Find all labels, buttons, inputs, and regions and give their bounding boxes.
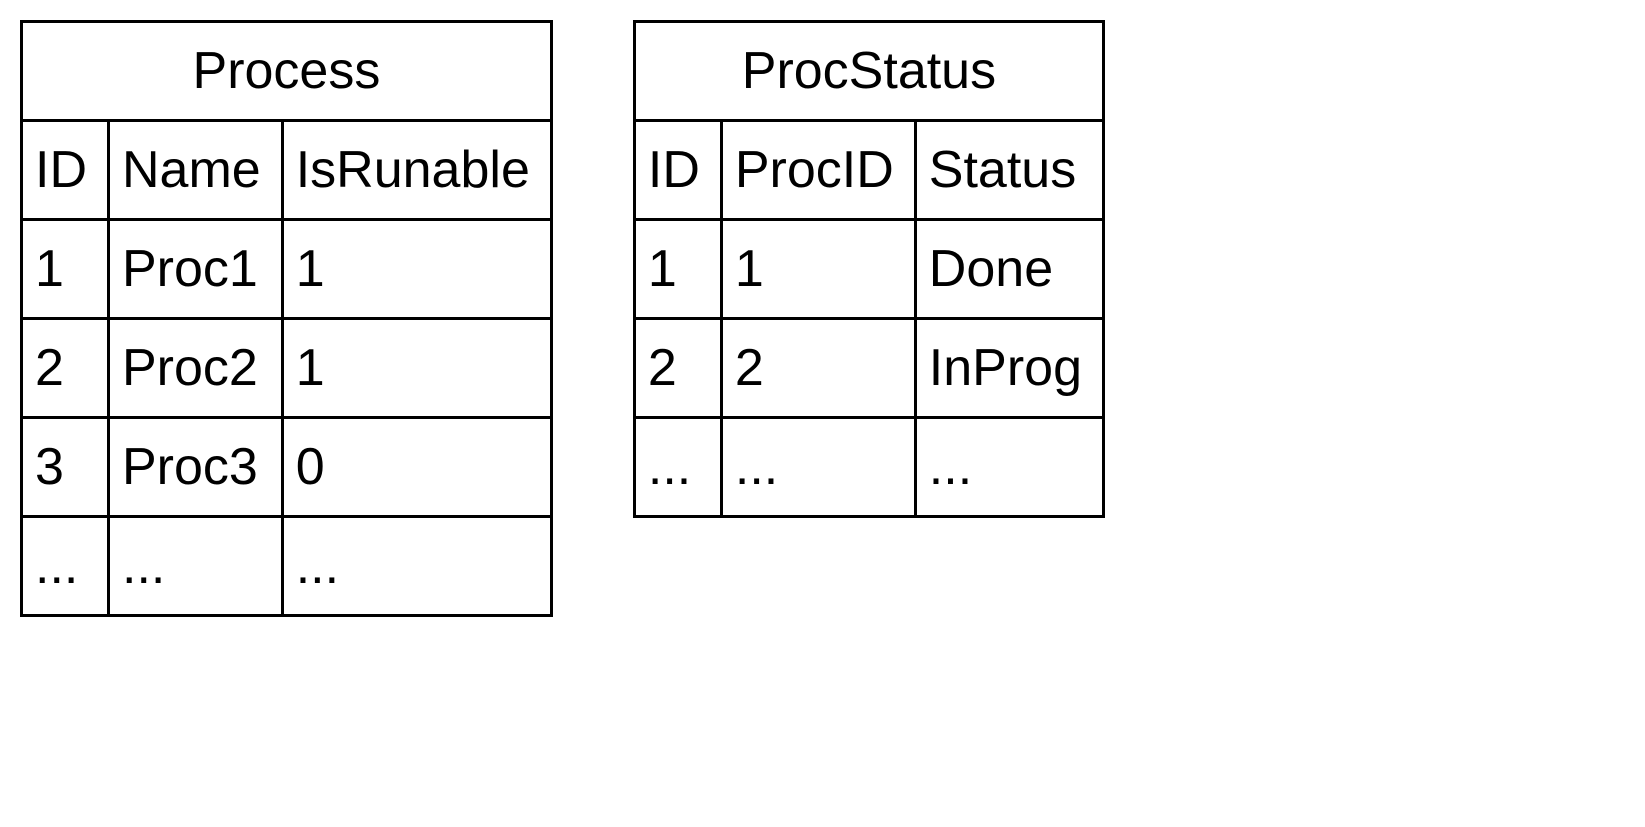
cell: 1 (634, 220, 721, 319)
cell: 2 (634, 319, 721, 418)
cell: ... (915, 418, 1103, 517)
table-row: 3 Proc3 0 (22, 418, 552, 517)
cell: Proc2 (109, 319, 283, 418)
table-row: ... ... ... (22, 517, 552, 616)
cell: Proc3 (109, 418, 283, 517)
table-row: ... ... ... (634, 418, 1103, 517)
cell: 1 (22, 220, 109, 319)
column-header: ID (22, 121, 109, 220)
process-table: Process ID Name IsRunable 1 Proc1 1 2 Pr… (20, 20, 553, 617)
process-table-title: Process (20, 20, 553, 119)
cell: ... (282, 517, 551, 616)
table-row: 2 2 InProg (634, 319, 1103, 418)
cell: 1 (721, 220, 915, 319)
column-header: ProcID (721, 121, 915, 220)
column-header: Name (109, 121, 283, 220)
cell: InProg (915, 319, 1103, 418)
cell: 2 (721, 319, 915, 418)
procstatus-table: ProcStatus ID ProcID Status 1 1 Done 2 2… (633, 20, 1105, 518)
cell: ... (634, 418, 721, 517)
cell: 1 (282, 220, 551, 319)
cell: 0 (282, 418, 551, 517)
table-header-row: ID ProcID Status (634, 121, 1103, 220)
cell: ... (22, 517, 109, 616)
cell: 1 (282, 319, 551, 418)
column-header: IsRunable (282, 121, 551, 220)
column-header: ID (634, 121, 721, 220)
column-header: Status (915, 121, 1103, 220)
cell: ... (109, 517, 283, 616)
cell: Done (915, 220, 1103, 319)
cell: ... (721, 418, 915, 517)
cell: 2 (22, 319, 109, 418)
procstatus-table-title: ProcStatus (633, 20, 1105, 119)
cell: Proc1 (109, 220, 283, 319)
table-header-row: ID Name IsRunable (22, 121, 552, 220)
cell: 3 (22, 418, 109, 517)
table-row: 1 Proc1 1 (22, 220, 552, 319)
table-row: 2 Proc2 1 (22, 319, 552, 418)
table-row: 1 1 Done (634, 220, 1103, 319)
